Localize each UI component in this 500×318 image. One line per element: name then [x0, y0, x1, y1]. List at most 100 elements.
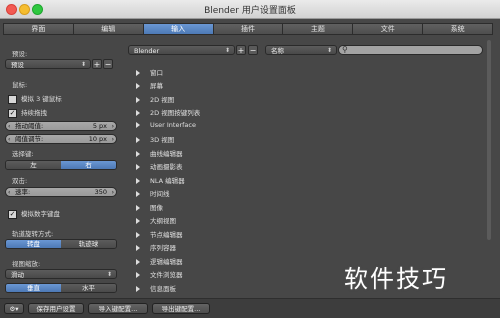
import-keyconfig-button[interactable]: 导入键配置...	[88, 303, 148, 314]
decrement-arrow-icon[interactable]: ‹	[8, 188, 10, 197]
dropdown-arrow-icon: ⬍	[106, 271, 112, 278]
preset-dropdown[interactable]: 预设 ⬍	[5, 59, 91, 69]
zoom-axis-toggle: 垂直 水平	[5, 283, 117, 293]
expand-arrow-icon[interactable]	[136, 205, 140, 211]
orbit-turntable-button[interactable]: 转盘	[6, 240, 61, 248]
add-keymap-button[interactable]: +	[236, 45, 246, 55]
keymap-item[interactable]: 2D 视图按键列表	[136, 107, 200, 117]
title-bar: Blender 用户设置面板	[0, 0, 500, 19]
keymap-item-label: 时间线	[150, 190, 170, 198]
expand-arrow-icon[interactable]	[136, 122, 140, 128]
keymap-item[interactable]: 时间线	[136, 188, 170, 198]
expand-arrow-icon[interactable]	[136, 137, 140, 143]
add-preset-button[interactable]: +	[92, 59, 102, 69]
scrollbar[interactable]	[487, 40, 491, 240]
tab-file[interactable]: 文件	[352, 23, 424, 35]
emulate-3button-checkbox[interactable]: 模拟 3 键鼠标	[8, 93, 62, 104]
expand-arrow-icon[interactable]	[136, 83, 140, 89]
export-keyconfig-button[interactable]: 导出键配置...	[152, 303, 210, 314]
keymap-item[interactable]: 逻辑编辑器	[136, 256, 183, 266]
expand-arrow-icon[interactable]	[136, 232, 140, 238]
tab-interface[interactable]: 界面	[3, 23, 74, 35]
zoom-horizontal-button[interactable]: 水平	[61, 284, 116, 292]
decrement-arrow-icon[interactable]: ‹	[8, 135, 10, 144]
tab-input[interactable]: 输入	[142, 23, 214, 35]
select-threshold-field[interactable]: ‹ 阈值调节: 10 px ›	[5, 134, 117, 144]
keymap-item[interactable]: 序列容器	[136, 242, 176, 252]
keymap-item[interactable]: 窗口	[136, 67, 163, 77]
keymap-item-label: 动画摄影表	[150, 163, 183, 171]
keymap-item[interactable]: 大纲视图	[136, 215, 176, 225]
increment-arrow-icon[interactable]: ›	[112, 188, 114, 197]
keymap-item-label: User Interface	[150, 121, 196, 129]
keymap-item[interactable]: NLA 编辑器	[136, 175, 185, 185]
remove-keymap-button[interactable]: −	[248, 45, 258, 55]
keymap-item-label: NLA 编辑器	[150, 177, 185, 185]
keymap-item[interactable]: 3D 视图	[136, 134, 174, 144]
tab-system[interactable]: 系统	[422, 23, 494, 35]
expand-arrow-icon[interactable]	[136, 218, 140, 224]
expand-arrow-icon[interactable]	[136, 151, 140, 157]
expand-arrow-icon[interactable]	[136, 178, 140, 184]
check-icon[interactable]: ✓	[8, 209, 17, 219]
orbit-trackball-button[interactable]: 轨迹球	[61, 240, 116, 248]
keymap-preset-dropdown[interactable]: Blender ⬍	[128, 45, 235, 55]
double-click-speed-field[interactable]: ‹ 速率: 350 ›	[5, 187, 117, 197]
keymap-item[interactable]: 动画摄影表	[136, 161, 183, 171]
keymap-item[interactable]: 信息面板	[136, 283, 176, 293]
drag-threshold-field[interactable]: ‹ 拖动阈值: 5 px ›	[5, 121, 117, 131]
expand-arrow-icon[interactable]	[136, 259, 140, 265]
keymap-item[interactable]: 曲线编辑器	[136, 148, 183, 158]
select-left-button[interactable]: 左	[6, 161, 61, 169]
drag-threshold-label: 拖动阈值:	[15, 122, 44, 130]
keymap-item-label: 2D 视图	[150, 96, 175, 104]
continuous-grab-checkbox[interactable]: ✓ 持续拖拽	[8, 107, 47, 118]
tab-addons[interactable]: 插件	[212, 23, 284, 35]
increment-arrow-icon[interactable]: ›	[112, 135, 114, 144]
keymap-item[interactable]: 图像	[136, 202, 163, 212]
expand-arrow-icon[interactable]	[136, 164, 140, 170]
keymap-item[interactable]: 文件浏览器	[136, 269, 183, 279]
keymap-item[interactable]: 屏幕	[136, 80, 163, 90]
settings-tabs: 界面 编辑 输入 插件 主题 文件 系统	[3, 23, 494, 35]
mouse-label: 鼠标:	[12, 81, 28, 89]
keymap-search-input[interactable]: ⚲	[338, 45, 483, 55]
keymap-item[interactable]: 节点编辑器	[136, 229, 183, 239]
expand-arrow-icon[interactable]	[136, 272, 140, 278]
keymap-item-label: 屏幕	[150, 82, 163, 90]
checkbox-box[interactable]	[8, 94, 17, 104]
save-user-settings-button[interactable]: 保存用户设置	[28, 303, 84, 314]
check-icon[interactable]: ✓	[8, 108, 17, 118]
search-mode-dropdown[interactable]: 名称 ⬍	[265, 45, 337, 55]
expand-arrow-icon[interactable]	[136, 245, 140, 251]
search-mode-value: 名称	[271, 47, 284, 55]
editor-type-button[interactable]: ⚙▾	[4, 303, 24, 314]
decrement-arrow-icon[interactable]: ‹	[8, 122, 10, 131]
preset-value: 预设	[11, 61, 24, 69]
increment-arrow-icon[interactable]: ›	[112, 122, 114, 131]
tab-themes[interactable]: 主题	[282, 23, 354, 35]
keymap-item-label: 2D 视图按键列表	[150, 109, 201, 117]
keymap-item[interactable]: 2D 视图	[136, 94, 174, 104]
editor-type-icon: ⚙▾	[9, 305, 19, 313]
remove-preset-button[interactable]: −	[103, 59, 113, 69]
expand-arrow-icon[interactable]	[136, 70, 140, 76]
expand-arrow-icon[interactable]	[136, 286, 140, 292]
tab-editing[interactable]: 编辑	[72, 23, 144, 35]
zoom-style-label: 视图缩放:	[12, 260, 41, 268]
search-icon: ⚲	[342, 45, 348, 54]
emulate-numpad-checkbox[interactable]: ✓ 模拟数字键盘	[8, 208, 60, 219]
zoom-style-dropdown[interactable]: 滑动 ⬍	[5, 269, 117, 279]
zoom-vertical-button[interactable]: 垂直	[6, 284, 61, 292]
select-with-label: 选择键:	[12, 150, 34, 158]
expand-arrow-icon[interactable]	[136, 97, 140, 103]
speed-value: 350	[94, 188, 107, 196]
select-threshold-value: 10 px	[88, 135, 107, 143]
keymap-item[interactable]: User Interface	[136, 121, 196, 129]
orbit-style-label: 轨道旋转方式:	[12, 230, 54, 238]
watermark-text: 软件技巧	[344, 265, 448, 293]
select-right-button[interactable]: 右	[61, 161, 116, 169]
keymap-item-label: 图像	[150, 204, 163, 212]
expand-arrow-icon[interactable]	[136, 191, 140, 197]
expand-arrow-icon[interactable]	[136, 110, 140, 116]
